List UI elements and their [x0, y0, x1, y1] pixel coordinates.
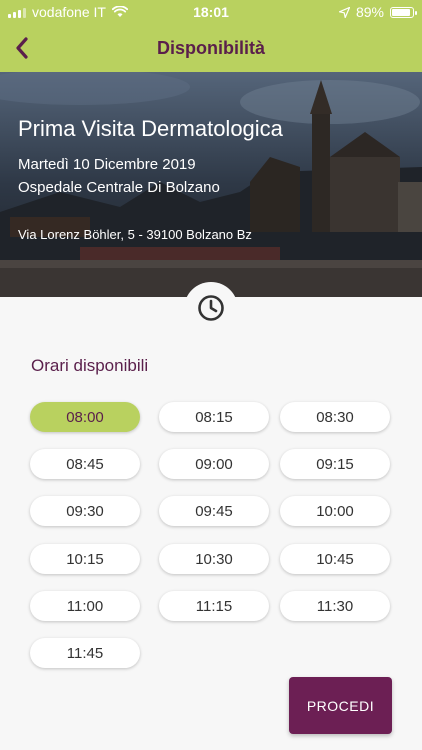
time-slot-button[interactable]: 09:15	[280, 449, 390, 479]
time-slot-button[interactable]: 09:00	[159, 449, 269, 479]
time-slot-button[interactable]: 11:45	[30, 638, 140, 668]
battery-fill	[392, 8, 410, 16]
location-arrow-icon	[338, 6, 350, 18]
time-slot-button[interactable]: 11:00	[30, 591, 140, 621]
time-slot-button[interactable]: 10:15	[30, 544, 140, 574]
exam-date: Martedì 10 Dicembre 2019	[18, 156, 196, 173]
hospital-address: Via Lorenz Böhler, 5 - 39100 Bolzano Bz	[18, 227, 252, 242]
hospital-name: Ospedale Centrale Di Bolzano	[18, 179, 220, 196]
time-slot-button[interactable]: 08:45	[30, 449, 140, 479]
status-right: 89%	[338, 4, 417, 20]
proceed-button[interactable]: PROCEDI	[289, 677, 392, 734]
time-slot-button[interactable]: 08:00	[30, 402, 140, 432]
time-slot-button[interactable]: 10:30	[159, 544, 269, 574]
time-slot-button[interactable]: 10:45	[280, 544, 390, 574]
hero-banner: Prima Visita Dermatologica Martedì 10 Di…	[0, 72, 422, 297]
battery-icon	[390, 6, 417, 18]
status-bar: vodafone IT 18:01 89%	[0, 0, 422, 24]
clock-icon	[198, 295, 224, 321]
time-slot-button[interactable]: 11:15	[159, 591, 269, 621]
time-slot-button[interactable]: 08:15	[159, 402, 269, 432]
time-slot-button[interactable]: 08:30	[280, 402, 390, 432]
time-slot-button[interactable]: 09:30	[30, 496, 140, 526]
exam-title: Prima Visita Dermatologica	[18, 116, 283, 141]
page-title: Disponibilità	[157, 38, 265, 58]
slots-section-title: Orari disponibili	[31, 356, 149, 375]
time-slot-button[interactable]: 11:30	[280, 591, 390, 621]
clock-badge	[184, 282, 238, 336]
battery-percent: 89%	[355, 4, 384, 20]
time-slot-button[interactable]: 09:45	[159, 496, 269, 526]
nav-bar: Disponibilità	[0, 24, 422, 72]
time-slot-button[interactable]: 10:00	[280, 496, 390, 526]
